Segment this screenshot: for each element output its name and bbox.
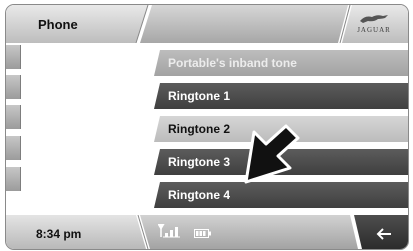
menu-item-label: Ringtone 4: [168, 188, 230, 202]
back-button[interactable]: [362, 220, 408, 249]
side-tab: [6, 136, 21, 160]
menu-item-label: Ringtone 1: [168, 89, 230, 103]
menu-item-ringtone-1[interactable]: Ringtone 1: [154, 83, 408, 109]
clock-time: 8:34 pm: [36, 227, 82, 241]
phone-screen: Phone JAGUAR Portable's inband tone Ring…: [5, 4, 409, 250]
signal-strength-icon: [158, 224, 180, 238]
battery-icon: [194, 229, 211, 238]
page-title: Phone: [38, 17, 78, 32]
menu-item-inband-tone[interactable]: Portable's inband tone: [154, 50, 408, 76]
brand-wordmark: JAGUAR: [357, 26, 391, 34]
back-arrow-icon: [376, 228, 391, 240]
jaguar-logo: JAGUAR: [348, 13, 400, 39]
side-tab: [6, 45, 21, 69]
menu-item-label: Ringtone 3: [168, 155, 230, 169]
side-tab: [6, 105, 21, 129]
pointer-cursor-icon: [244, 124, 300, 184]
menu-item-label: Portable's inband tone: [168, 56, 297, 70]
menu-item-label: Ringtone 2: [168, 122, 230, 136]
side-tab: [6, 167, 21, 191]
side-tab: [6, 75, 21, 99]
